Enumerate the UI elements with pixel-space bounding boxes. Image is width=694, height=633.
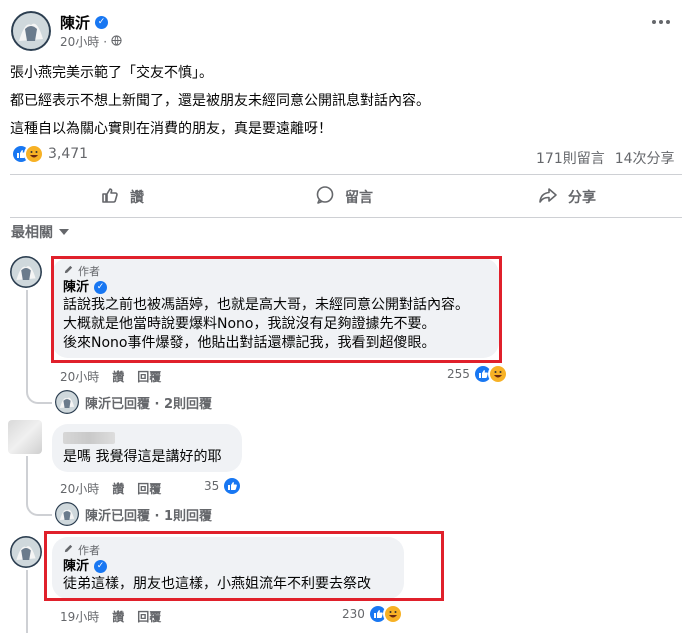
comment-timestamp[interactable]: 19小時 <box>60 608 99 625</box>
comment-reaction-count[interactable]: 35 <box>204 478 241 494</box>
reply-thread-line <box>26 570 28 633</box>
caret-down-icon <box>59 224 69 240</box>
comment-sort-dropdown[interactable]: 最相關 <box>11 222 69 242</box>
post-text-line-3: 這種自以為關心實則在消費的朋友，真是要遠離呀！ <box>10 121 332 137</box>
view-replies-label: 陳沂已回覆 · 1則回覆 <box>85 508 213 524</box>
author-tag-label: 作者 <box>78 264 100 278</box>
view-replies-link[interactable]: 陳沂已回覆 · 2則回覆 <box>55 390 212 414</box>
verified-badge-icon: ✓ <box>94 281 108 294</box>
divider <box>10 217 682 218</box>
comment-text-line-1: 話說我之前也被馮語婷，也就是高大哥，未經同意公開對話內容。 <box>63 297 469 313</box>
comment-text-line-1: 徒弟這樣，朋友也這樣，小燕姐流年不利要去祭改 <box>63 576 371 592</box>
comment-bubble: 是嗎 我覺得這是講好的耶 <box>52 424 242 472</box>
post-more-options-icon[interactable] <box>652 20 670 24</box>
comment-bubble: 作者 陳沂 ✓ 徒弟這樣，朋友也這樣，小燕姐流年不利要去祭改 <box>52 537 404 599</box>
comment-avatar-blurred[interactable] <box>8 420 42 454</box>
comment-avatar[interactable] <box>10 536 42 568</box>
author-tag-label: 作者 <box>78 543 100 557</box>
globe-icon <box>111 34 122 49</box>
haha-reaction-icon <box>26 146 42 162</box>
comment-text-line-2: 大概就是他當時說要爆料Nono，我說沒有足夠證據先不要。 <box>63 316 436 332</box>
comment-text-line-3: 後來Nono事件爆發，他貼出對話還標記我，我看到超傻眼。 <box>63 335 436 351</box>
like-reaction-icon <box>224 478 241 494</box>
comment-text-line-1: 是嗎 我覺得這是講好的耶 <box>63 449 222 465</box>
share-button-label: 分享 <box>568 190 596 206</box>
thumbs-up-icon <box>100 185 120 209</box>
haha-reaction-icon <box>489 366 506 382</box>
comment-button[interactable]: 留言 <box>315 184 373 210</box>
comment-count[interactable]: 171則留言 <box>536 148 605 168</box>
view-replies-link[interactable]: 陳沂已回覆 · 1則回覆 <box>55 502 212 526</box>
post-timestamp[interactable]: 20小時 <box>60 33 99 50</box>
comment-reaction-count[interactable]: 255 <box>447 366 506 382</box>
comment-reply-button[interactable]: 回覆 <box>137 368 161 385</box>
share-count[interactable]: 14次分享 <box>615 148 675 168</box>
comment-reply-button[interactable]: 回覆 <box>137 608 161 625</box>
haha-reaction-icon <box>384 606 401 622</box>
like-reaction-icon <box>369 606 386 622</box>
comment-bubble-icon <box>315 185 335 209</box>
view-replies-label: 陳沂已回覆 · 2則回覆 <box>85 396 213 412</box>
like-button-label: 讚 <box>130 190 144 206</box>
comment-button-label: 留言 <box>345 190 373 206</box>
comment-author-name[interactable]: 陳沂 <box>63 558 89 575</box>
post-author-avatar[interactable] <box>11 11 51 51</box>
comment-reaction-count[interactable]: 230 <box>342 606 401 622</box>
sort-label: 最相關 <box>11 225 53 241</box>
blurred-name <box>63 432 115 444</box>
comment-reply-button[interactable]: 回覆 <box>137 480 161 497</box>
share-arrow-icon <box>538 185 558 209</box>
comment-timestamp[interactable]: 20小時 <box>60 368 99 385</box>
reply-avatar <box>55 502 79 526</box>
reply-avatar <box>55 390 79 414</box>
reaction-summary[interactable]: 3,471 <box>13 146 88 162</box>
reply-thread-line <box>26 290 52 404</box>
comment-like-button[interactable]: 讚 <box>112 608 124 625</box>
comment-avatar[interactable] <box>10 256 42 288</box>
comment-bubble: 作者 陳沂 ✓ 話說我之前也被馮語婷，也就是高大哥，未經同意公開對話內容。 大概… <box>52 258 499 358</box>
post-text-line-2: 都已經表示不想上新聞了，還是被朋友未經同意公開訊息對話內容。 <box>10 93 430 109</box>
comment-timestamp[interactable]: 20小時 <box>60 480 99 497</box>
comment-author-name[interactable]: 陳沂 <box>63 279 89 296</box>
like-reaction-icon <box>474 366 491 382</box>
reply-thread-line <box>26 456 52 516</box>
verified-badge-icon: ✓ <box>94 560 108 573</box>
pencil-icon <box>63 543 74 558</box>
comment-like-button[interactable]: 讚 <box>112 368 124 385</box>
like-button[interactable]: 讚 <box>100 184 144 210</box>
verified-badge-icon: ✓ <box>95 16 109 29</box>
post-author-name[interactable]: 陳沂 <box>60 12 90 33</box>
share-button[interactable]: 分享 <box>538 184 596 210</box>
pencil-icon <box>63 264 74 279</box>
reaction-count: 3,471 <box>48 146 89 162</box>
comment-like-button[interactable]: 讚 <box>112 480 124 497</box>
post-text-line-1: 張小燕完美示範了「交友不慎」。 <box>10 65 213 81</box>
divider <box>10 174 682 175</box>
